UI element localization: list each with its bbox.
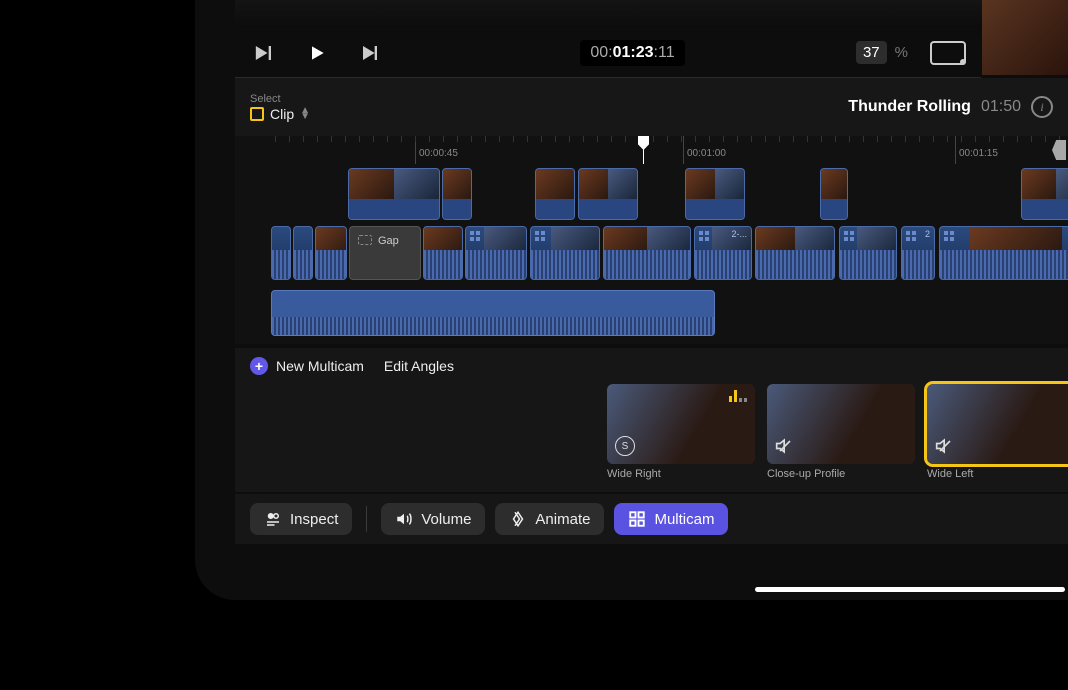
timeline-ruler[interactable]: 00:00:45 00:01:00 00:01:15 xyxy=(235,136,1068,164)
timeline-clip[interactable] xyxy=(755,226,835,280)
project-name: Thunder Rolling xyxy=(848,98,971,116)
inspect-label: Inspect xyxy=(290,511,338,528)
angle-label: Wide Left xyxy=(927,468,1068,480)
multicam-icon xyxy=(628,510,646,528)
zoom-unit: % xyxy=(895,44,908,61)
divider xyxy=(366,506,367,532)
gap-clip[interactable]: Gap xyxy=(349,226,421,280)
multicam-label: Multicam xyxy=(654,511,714,528)
timeline-clip[interactable]: 2 xyxy=(901,226,935,280)
home-indicator[interactable] xyxy=(755,587,1065,592)
source-badge: S xyxy=(615,436,635,456)
animate-label: Animate xyxy=(535,511,590,528)
timecode-display[interactable]: 00:01:23:11 xyxy=(580,40,684,66)
chevron-updown-icon: ▲▼ xyxy=(300,108,310,120)
plus-icon: + xyxy=(250,357,268,375)
select-label: Select xyxy=(250,93,310,105)
multicam-button[interactable]: Multicam xyxy=(614,503,728,535)
clip-selector[interactable]: Clip ▲▼ xyxy=(250,106,310,122)
volume-button[interactable]: Volume xyxy=(381,503,485,535)
transport-bar: 00:01:23:11 37 % xyxy=(235,28,981,78)
timeline-clip[interactable] xyxy=(271,226,291,280)
timeline-clip[interactable] xyxy=(603,226,691,280)
timecode-suffix: :11 xyxy=(654,44,675,61)
timeline-clip[interactable] xyxy=(530,226,600,280)
multicam-header: + New Multicam Edit Angles xyxy=(235,348,1068,384)
mute-icon xyxy=(935,436,955,456)
zoom-control[interactable]: 37 % xyxy=(856,41,966,65)
timeline-row-audio xyxy=(235,290,1068,336)
angle-wide-right[interactable]: S Wide Right xyxy=(607,384,755,492)
angle-wide-left[interactable]: Wide Left xyxy=(927,384,1068,492)
timeline-clip[interactable] xyxy=(293,226,313,280)
timeline-clip[interactable] xyxy=(939,226,1068,280)
ruler-tick: 00:00:45 xyxy=(415,136,458,164)
angle-closeup-profile[interactable]: Close-up Profile xyxy=(767,384,915,492)
angle-label: Wide Right xyxy=(607,468,755,480)
clip-icon xyxy=(250,107,264,121)
timeline-clip[interactable]: 2-... xyxy=(694,226,752,280)
bottom-toolbar: Inspect Volume Animate Multicam xyxy=(235,494,1068,544)
multicam-angles: S Wide Right Close-up Profile Wide Left xyxy=(235,384,1068,492)
timeline-clip[interactable] xyxy=(839,226,897,280)
pip-thumbnail[interactable] xyxy=(982,0,1068,75)
new-multicam-label: New Multicam xyxy=(276,358,364,374)
clip-selector-label: Clip xyxy=(270,106,294,122)
mute-icon xyxy=(775,436,795,456)
angle-label: Close-up Profile xyxy=(767,468,915,480)
timeline-clip[interactable] xyxy=(442,168,472,220)
project-info: Thunder Rolling 01:50 i xyxy=(848,96,1053,118)
animate-button[interactable]: Animate xyxy=(495,503,604,535)
timeline-clip[interactable] xyxy=(578,168,638,220)
gap-label: Gap xyxy=(378,235,399,247)
editor-window: 00:01:23:11 37 % Select Clip ▲▼ Thunder … xyxy=(195,0,1068,600)
timeline-row-connected xyxy=(235,168,1068,220)
info-icon[interactable]: i xyxy=(1031,96,1053,118)
inspect-icon xyxy=(264,510,282,528)
timeline-clip[interactable] xyxy=(465,226,527,280)
gap-icon xyxy=(358,235,372,245)
timeline-clip[interactable] xyxy=(685,168,745,220)
timeline-header: Select Clip ▲▼ Thunder Rolling 01:50 i xyxy=(235,78,1068,136)
play-button[interactable] xyxy=(303,39,331,67)
viewer-area xyxy=(235,0,1068,28)
timeline-clip[interactable] xyxy=(1021,168,1068,220)
timeline[interactable]: Gap 2-... 2 xyxy=(235,164,1068,344)
volume-label: Volume xyxy=(421,511,471,528)
timeline-row-primary: Gap 2-... 2 xyxy=(235,226,1068,280)
zoom-value: 37 xyxy=(856,41,887,64)
timeline-clip[interactable] xyxy=(315,226,347,280)
volume-icon xyxy=(395,510,413,528)
new-multicam-button[interactable]: + New Multicam xyxy=(250,357,364,375)
timecode-prefix: 00: xyxy=(590,44,612,61)
prev-button[interactable] xyxy=(250,39,278,67)
timeline-clip[interactable] xyxy=(820,168,848,220)
timeline-clip[interactable] xyxy=(535,168,575,220)
timeline-clip[interactable] xyxy=(348,168,440,220)
audio-levels-icon xyxy=(729,390,747,402)
timecode-main: 01:23 xyxy=(613,44,654,61)
audio-clip[interactable] xyxy=(271,290,715,336)
drag-handle-icon[interactable] xyxy=(1018,80,1062,84)
fit-button[interactable] xyxy=(930,41,966,65)
next-button[interactable] xyxy=(356,39,384,67)
animate-icon xyxy=(509,510,527,528)
inspect-button[interactable]: Inspect xyxy=(250,503,352,535)
clip-label: 2-... xyxy=(731,229,747,239)
ruler-tick: 00:01:00 xyxy=(683,136,726,164)
project-duration: 01:50 xyxy=(981,98,1021,116)
edit-angles-button[interactable]: Edit Angles xyxy=(384,358,454,374)
timeline-clip[interactable] xyxy=(423,226,463,280)
